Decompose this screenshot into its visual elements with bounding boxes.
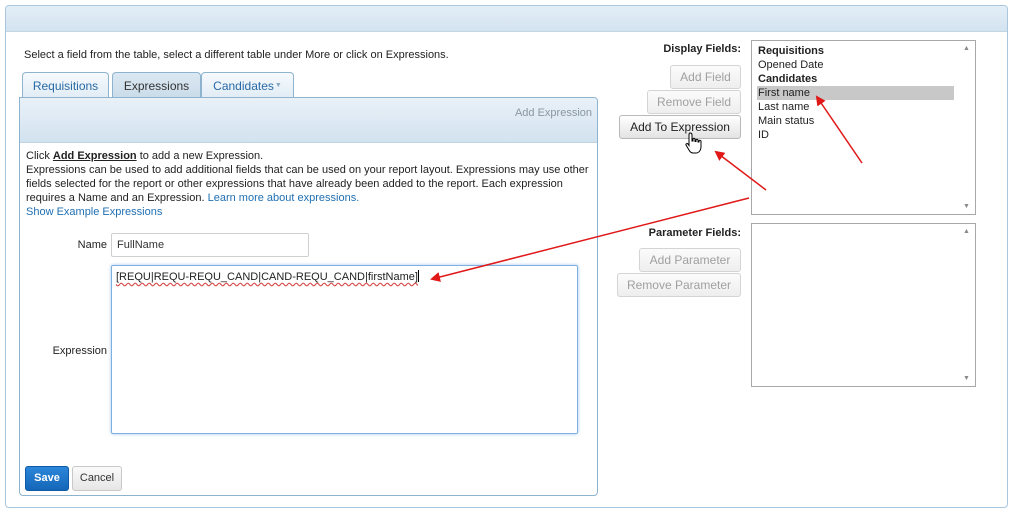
tab-requisitions[interactable]: Requisitions (22, 72, 109, 98)
text-cursor (417, 270, 419, 282)
expression-panel: Add Expression Click Add Expression to a… (19, 97, 598, 496)
expression-help-text: Click Add Expression to add a new Expres… (26, 149, 594, 205)
tab-label: Candidates (213, 79, 274, 93)
expression-text: [REQU|REQU-REQU_CAND|CAND-REQU_CAND|firs… (116, 271, 418, 283)
list-group-requisitions: Requisitions (758, 45, 825, 57)
expression-panel-header: Add Expression (20, 98, 597, 143)
help-add-expression-ref: Add Expression (52, 150, 137, 162)
learn-more-link[interactable]: Learn more about expressions. (208, 192, 360, 204)
parameter-fields-listbox[interactable]: ▲ ▼ (751, 223, 976, 387)
name-input[interactable]: FullName (111, 233, 309, 257)
scroll-up-icon[interactable]: ▲ (963, 45, 970, 52)
add-to-expression-button[interactable]: Add To Expression (619, 115, 741, 139)
list-group-candidates: Candidates (758, 73, 818, 85)
list-item-main-status[interactable]: Main status (757, 114, 954, 128)
display-fields-label: Display Fields: (663, 43, 741, 55)
list-item-last-name[interactable]: Last name (757, 100, 954, 114)
expression-textarea[interactable]: [REQU|REQU-REQU_CAND|CAND-REQU_CAND|firs… (111, 265, 578, 434)
tab-label: Requisitions (32, 79, 99, 93)
tab-label: Expressions (123, 79, 190, 93)
parameter-fields-label: Parameter Fields: (648, 227, 741, 239)
parameter-fields-scrollbar[interactable]: ▲ ▼ (958, 224, 975, 386)
tab-candidates[interactable]: Candidates▼ (201, 72, 294, 98)
help-suffix: to add a new Expression. (136, 150, 264, 162)
display-fields-scrollbar[interactable]: ▲ ▼ (958, 41, 975, 214)
display-fields-listbox[interactable]: Requisitions Opened Date Candidates Firs… (751, 40, 976, 215)
frame-header-bar (6, 6, 1007, 32)
add-parameter-button[interactable]: Add Parameter (639, 248, 741, 272)
help-prefix: Click (26, 150, 53, 162)
list-item-first-name[interactable]: First name (757, 86, 954, 100)
scroll-down-icon[interactable]: ▼ (963, 203, 970, 210)
add-field-button[interactable]: Add Field (670, 65, 741, 89)
scroll-down-icon[interactable]: ▼ (963, 375, 970, 382)
instruction-text: Select a field from the table, select a … (24, 49, 449, 61)
expression-label: Expression (52, 345, 107, 357)
list-item-opened-date[interactable]: Opened Date (757, 58, 954, 72)
chevron-down-icon: ▼ (274, 82, 282, 89)
scroll-up-icon[interactable]: ▲ (963, 228, 970, 235)
save-button[interactable]: Save (25, 466, 69, 491)
show-example-expressions-link[interactable]: Show Example Expressions (26, 206, 162, 218)
remove-parameter-button[interactable]: Remove Parameter (617, 273, 741, 297)
remove-field-button[interactable]: Remove Field (647, 90, 741, 114)
add-expression-link[interactable]: Add Expression (515, 107, 592, 119)
name-label: Name (77, 239, 107, 251)
tab-expressions[interactable]: Expressions (112, 72, 201, 99)
list-item-id[interactable]: ID (757, 128, 954, 142)
cancel-button[interactable]: Cancel (72, 466, 122, 491)
